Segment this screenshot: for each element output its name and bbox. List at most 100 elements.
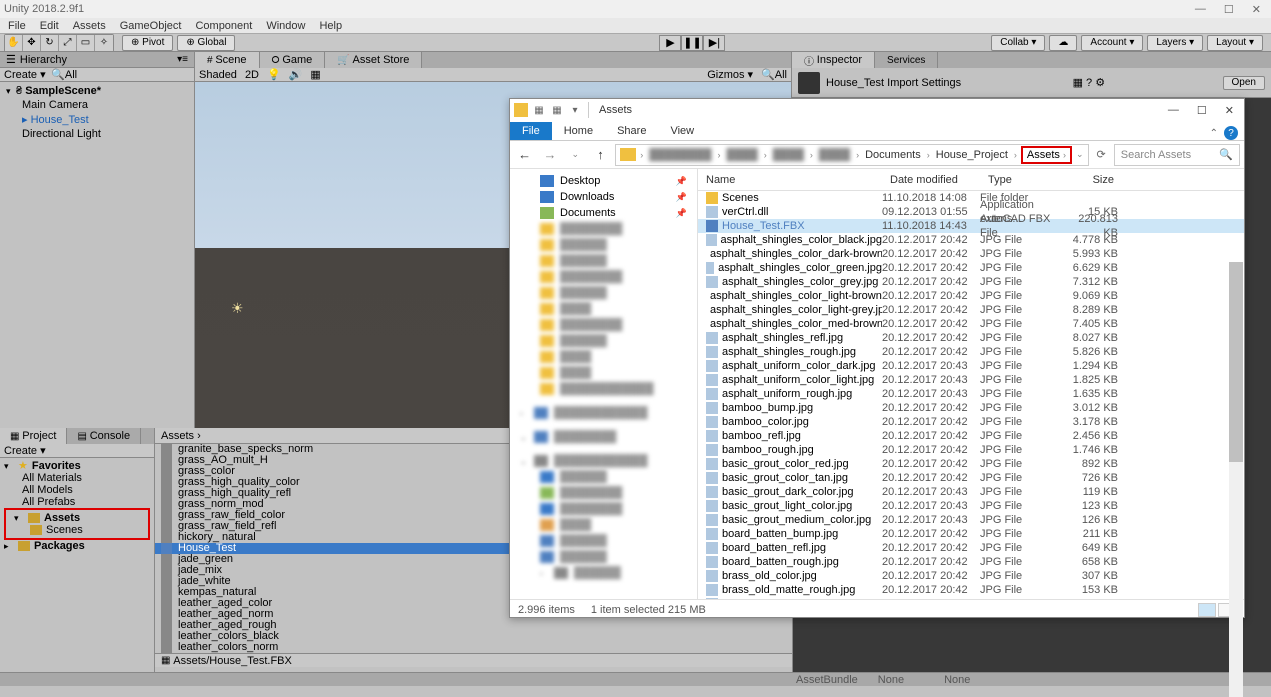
account-dropdown[interactable]: Account ▾ <box>1081 35 1143 51</box>
file-row[interactable]: basic_grout_dark_color.jpg20.12.2017 20:… <box>698 485 1244 499</box>
explorer-close[interactable]: ✕ <box>1225 104 1234 117</box>
file-row[interactable]: board_batten_rough.jpg20.12.2017 20:42JP… <box>698 555 1244 569</box>
assets-folder[interactable]: ▾Assets <box>6 512 148 524</box>
menu-component[interactable]: Component <box>195 20 252 32</box>
fav-all-materials[interactable]: All Materials <box>0 472 154 484</box>
ribbon-file[interactable]: File <box>510 122 552 140</box>
qat-props-icon[interactable]: ▦ <box>532 103 546 117</box>
crumb-blurred-2[interactable]: ████ <box>725 149 760 161</box>
scale-tool[interactable]: ⤢ <box>59 35 77 51</box>
tab-game[interactable]: ⭘ Game <box>260 52 326 68</box>
col-type[interactable]: Type <box>980 174 1062 186</box>
step-button[interactable]: ▶| <box>703 35 725 51</box>
file-list-headers[interactable]: Name Date modified Type Size <box>698 169 1244 191</box>
file-row[interactable]: board_batten_refl.jpg20.12.2017 20:42JPG… <box>698 541 1244 555</box>
scene-root[interactable]: ▾₴ SampleScene* <box>0 84 194 98</box>
file-row[interactable]: verCtrl.dll09.12.2013 01:55Application e… <box>698 205 1244 219</box>
tab-inspector[interactable]: ⓘ Inspector <box>792 52 875 68</box>
file-row[interactable]: asphalt_shingles_color_med-brown.jpg20.1… <box>698 317 1244 331</box>
tab-console[interactable]: ▤ Console <box>67 428 141 444</box>
file-row[interactable]: asphalt_uniform_color_dark.jpg20.12.2017… <box>698 359 1244 373</box>
scenes-folder[interactable]: Scenes <box>6 524 148 536</box>
file-row[interactable]: bamboo_color.jpg20.12.2017 20:42JPG File… <box>698 415 1244 429</box>
ribbon-share[interactable]: Share <box>605 122 658 140</box>
fav-all-models[interactable]: All Models <box>0 484 154 496</box>
file-row[interactable]: bamboo_refl.jpg20.12.2017 20:42JPG File2… <box>698 429 1244 443</box>
transform-tool[interactable]: ✧ <box>95 35 113 51</box>
file-row[interactable]: House_Test.FBX11.10.2018 14:43AutoCAD FB… <box>698 219 1244 233</box>
cloud-button[interactable]: ☁ <box>1049 35 1077 51</box>
crumb-documents[interactable]: Documents <box>863 149 923 161</box>
asset-row[interactable]: leather_colors_norm <box>155 642 792 653</box>
menu-edit[interactable]: Edit <box>40 20 59 32</box>
file-row[interactable]: asphalt_shingles_color_dark-brown.jpg20.… <box>698 247 1244 261</box>
collab-dropdown[interactable]: Collab ▾ <box>991 35 1045 51</box>
file-row[interactable]: board_batten_bump.jpg20.12.2017 20:42JPG… <box>698 527 1244 541</box>
ribbon-home[interactable]: Home <box>552 122 605 140</box>
tab-scene[interactable]: # Scene <box>195 52 260 68</box>
hierarchy-item-light[interactable]: Directional Light <box>0 127 194 141</box>
nav-desktop[interactable]: Desktop📌 <box>510 173 697 189</box>
file-row[interactable]: bamboo_rough.jpg20.12.2017 20:42JPG File… <box>698 443 1244 457</box>
menu-gameobject[interactable]: GameObject <box>120 20 182 32</box>
scene-audio-icon[interactable]: 🔊 <box>289 68 303 81</box>
file-row[interactable]: basic_grout_color_red.jpg20.12.2017 20:4… <box>698 457 1244 471</box>
scene-fx-icon[interactable]: ▦ <box>310 68 320 81</box>
nav-back[interactable]: ← <box>514 144 535 166</box>
file-row[interactable]: Scenes11.10.2018 14:08File folder <box>698 191 1244 205</box>
play-button[interactable]: ▶ <box>659 35 681 51</box>
packages-folder[interactable]: ▸Packages <box>0 540 154 552</box>
path-dropdown-icon[interactable]: ⌄ <box>1076 149 1084 160</box>
project-create[interactable]: Create ▾ <box>4 444 46 457</box>
tab-services[interactable]: Services <box>875 52 938 68</box>
help-icon[interactable]: ? <box>1224 126 1238 140</box>
menu-file[interactable]: File <box>8 20 26 32</box>
crumb-blurred-4[interactable]: ████ <box>817 149 852 161</box>
nav-documents[interactable]: Documents📌 <box>510 205 697 221</box>
gizmos-dropdown[interactable]: Gizmos ▾ <box>707 68 753 81</box>
global-toggle[interactable]: ⊕ Global <box>177 35 235 51</box>
file-row[interactable]: asphalt_uniform_rough.jpg20.12.2017 20:4… <box>698 387 1244 401</box>
nav-forward[interactable]: → <box>539 144 560 166</box>
view-details-icon[interactable] <box>1198 603 1216 617</box>
file-row[interactable]: asphalt_uniform_color_light.jpg20.12.201… <box>698 373 1244 387</box>
file-row[interactable]: asphalt_shingles_color_light-brown.jpg20… <box>698 289 1244 303</box>
ribbon-collapse-icon[interactable]: ⌃ <box>1210 128 1218 139</box>
menu-help[interactable]: Help <box>319 20 342 32</box>
file-row[interactable]: basic_grout_medium_color.jpg20.12.2017 2… <box>698 513 1244 527</box>
file-row[interactable]: asphalt_shingles_rough.jpg20.12.2017 20:… <box>698 345 1244 359</box>
fav-all-prefabs[interactable]: All Prefabs <box>0 496 154 508</box>
crumb-blurred-3[interactable]: ████ <box>771 149 806 161</box>
qat-chevron-icon[interactable]: ▾ <box>568 103 582 117</box>
maximize-button[interactable]: ☐ <box>1224 3 1234 16</box>
tab-asset-store[interactable]: 🛒 Asset Store <box>325 52 422 68</box>
tab-project[interactable]: ▦ Project <box>0 428 67 444</box>
pause-button[interactable]: ❚❚ <box>681 35 703 51</box>
file-row[interactable]: brass_old_matte_rough.jpg20.12.2017 20:4… <box>698 583 1244 597</box>
col-size[interactable]: Size <box>1062 174 1122 186</box>
menu-window[interactable]: Window <box>266 20 305 32</box>
open-button[interactable]: Open <box>1223 76 1265 90</box>
explorer-scrollbar[interactable] <box>1229 262 1243 697</box>
refresh-button[interactable]: ⟳ <box>1093 148 1110 161</box>
inspector-tools-icon[interactable]: ▦ ? ⚙ <box>1073 76 1105 89</box>
file-row[interactable]: asphalt_shingles_color_grey.jpg20.12.201… <box>698 275 1244 289</box>
mode-2d[interactable]: 2D <box>245 69 259 81</box>
crumb-house-project[interactable]: House_Project <box>934 149 1010 161</box>
shading-dropdown[interactable]: Shaded <box>199 69 237 81</box>
assetbundle-variant[interactable]: None <box>924 674 990 686</box>
pivot-toggle[interactable]: ⊕ Pivot <box>122 35 173 51</box>
hierarchy-item-house[interactable]: ▸ House_Test <box>0 112 194 127</box>
scene-search[interactable]: 🔍All <box>761 68 787 81</box>
file-row[interactable]: brass_old_rough.jpg20.12.2017 20:42JPG F… <box>698 597 1244 599</box>
menu-assets[interactable]: Assets <box>73 20 106 32</box>
file-row[interactable]: asphalt_shingles_color_light-grey.jpg20.… <box>698 303 1244 317</box>
col-date[interactable]: Date modified <box>882 174 980 186</box>
file-row[interactable]: asphalt_shingles_color_green.jpg20.12.20… <box>698 261 1244 275</box>
file-row[interactable]: basic_grout_color_tan.jpg20.12.2017 20:4… <box>698 471 1244 485</box>
nav-history-chevron-icon[interactable]: ⌄ <box>565 144 586 166</box>
ribbon-view[interactable]: View <box>658 122 706 140</box>
hierarchy-item-camera[interactable]: Main Camera <box>0 98 194 112</box>
move-tool[interactable]: ✥ <box>23 35 41 51</box>
favorites-folder[interactable]: ▾★Favorites <box>0 460 154 472</box>
